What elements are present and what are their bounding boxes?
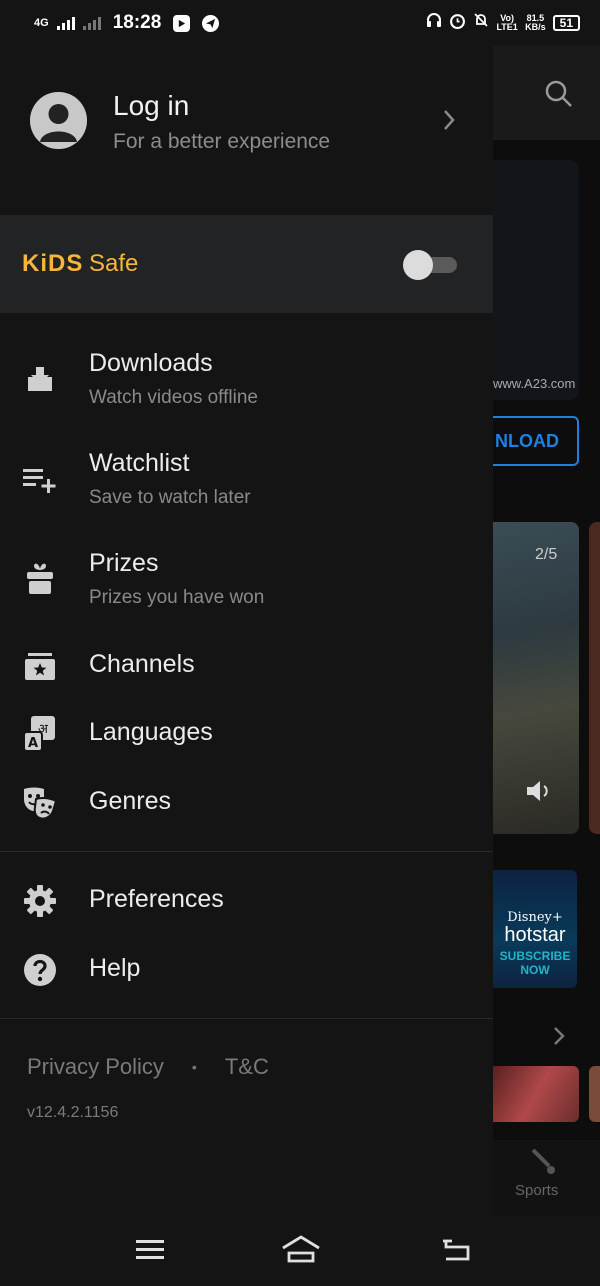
hero-tile-next [589,522,600,834]
menu-item-downloads[interactable]: Downloads Watch videos offline [0,343,493,423]
promo-tile: Disney+ hotstar SUBSCRIBE NOW [493,870,577,988]
channels-icon [22,648,58,684]
content-thumbnail-next [589,1066,600,1122]
menu-item-title: Preferences [89,885,224,913]
app-version: v12.4.2.1156 [27,1104,119,1121]
languages-icon: अA [22,716,58,752]
network-type: 4G [34,17,49,29]
menu-item-channels[interactable]: Channels [0,646,493,686]
kids-safe-row: KiDS Safe [0,215,493,313]
login-subtitle: For a better experience [113,130,331,153]
signal-icon [56,16,75,30]
login-row[interactable]: Log in For a better experience [0,46,493,215]
tab-sports: Sports [515,1182,559,1199]
signal-2-icon [82,16,101,30]
back-icon[interactable] [440,1236,474,1269]
masks-icon [22,785,58,821]
system-nav-bar [0,1216,600,1286]
battery-indicator: 51 [552,15,580,31]
menu-item-title: Prizes [89,549,159,577]
terms-link[interactable]: T&C [225,1054,269,1080]
promo-cta-2: NOW [520,963,550,977]
help-icon [22,952,58,988]
promo-cta-1: SUBSCRIBE [499,949,571,963]
menu-item-title: Watchlist [89,449,190,477]
privacy-policy-link[interactable]: Privacy Policy [27,1054,164,1080]
separator: • [191,1059,197,1075]
playlist-add-icon [22,461,58,497]
chevron-right-icon [553,1026,565,1052]
kids-safe-toggle[interactable] [403,249,459,280]
menu-item-title: Help [89,954,141,982]
content-thumbnail [493,1066,579,1122]
menu-item-subtitle: Watch videos offline [89,387,258,408]
menu-item-title: Channels [89,650,195,678]
login-title: Log in [113,90,190,121]
divider [0,1018,493,1019]
menu-item-genres[interactable]: Genres [0,783,493,827]
menu-item-title: Genres [89,787,171,815]
alarm-icon [449,12,466,35]
promo-brand: Disney+ [507,910,563,925]
home-icon[interactable] [280,1234,322,1269]
ad-banner [493,160,579,400]
ad-download-button: NLOAD [493,416,579,466]
background-app: www.A23.com NLOAD 2/5 Disney+ hotstar SU… [493,46,600,1216]
divider [0,851,493,852]
headphones-icon [426,12,442,34]
search-icon [545,80,573,113]
data-speed: 81.5 KB/s [525,13,546,32]
clock: 18:28 [112,12,162,33]
kids-logo: KiDS [22,250,84,277]
telegram-icon [202,14,220,32]
menu-icon[interactable] [134,1236,166,1267]
menu-item-help[interactable]: Help [0,950,493,994]
menu-item-prizes[interactable]: Prizes Prizes you have won [0,543,493,623]
gift-icon [22,561,58,597]
hero-tile: 2/5 [493,522,579,834]
menu-item-preferences[interactable]: Preferences [0,881,493,925]
menu-item-title: Downloads [89,349,213,377]
youtube-icon [173,14,191,32]
gear-icon [22,883,58,919]
menu-item-languages[interactable]: अA Languages [0,714,493,758]
download-icon [22,361,58,397]
menu-item-watchlist[interactable]: Watchlist Save to watch later [0,443,493,523]
volume-icon [525,778,553,811]
ad-url: www.A23.com [493,376,576,391]
hero-counter: 2/5 [535,546,558,563]
avatar-icon [30,92,87,149]
volte-indicator: Vo) LTE1 [496,13,518,32]
menu-item-subtitle: Prizes you have won [89,587,265,608]
kids-safe-label: Safe [89,250,139,277]
promo-name: hotstar [504,924,566,946]
menu-item-title: Languages [89,718,213,746]
mute-notification-icon [473,12,489,34]
navigation-drawer: Log in For a better experience KiDS Safe… [0,46,493,1216]
svg-text:A: A [28,736,38,751]
chevron-right-icon [442,108,456,137]
menu-item-subtitle: Save to watch later [89,487,251,508]
status-bar: 4G 18:28 Vo) LTE1 81.5 KB/s 51 [0,0,600,46]
sports-icon [529,1146,557,1181]
footer-links: Privacy Policy • T&C [27,1054,269,1080]
